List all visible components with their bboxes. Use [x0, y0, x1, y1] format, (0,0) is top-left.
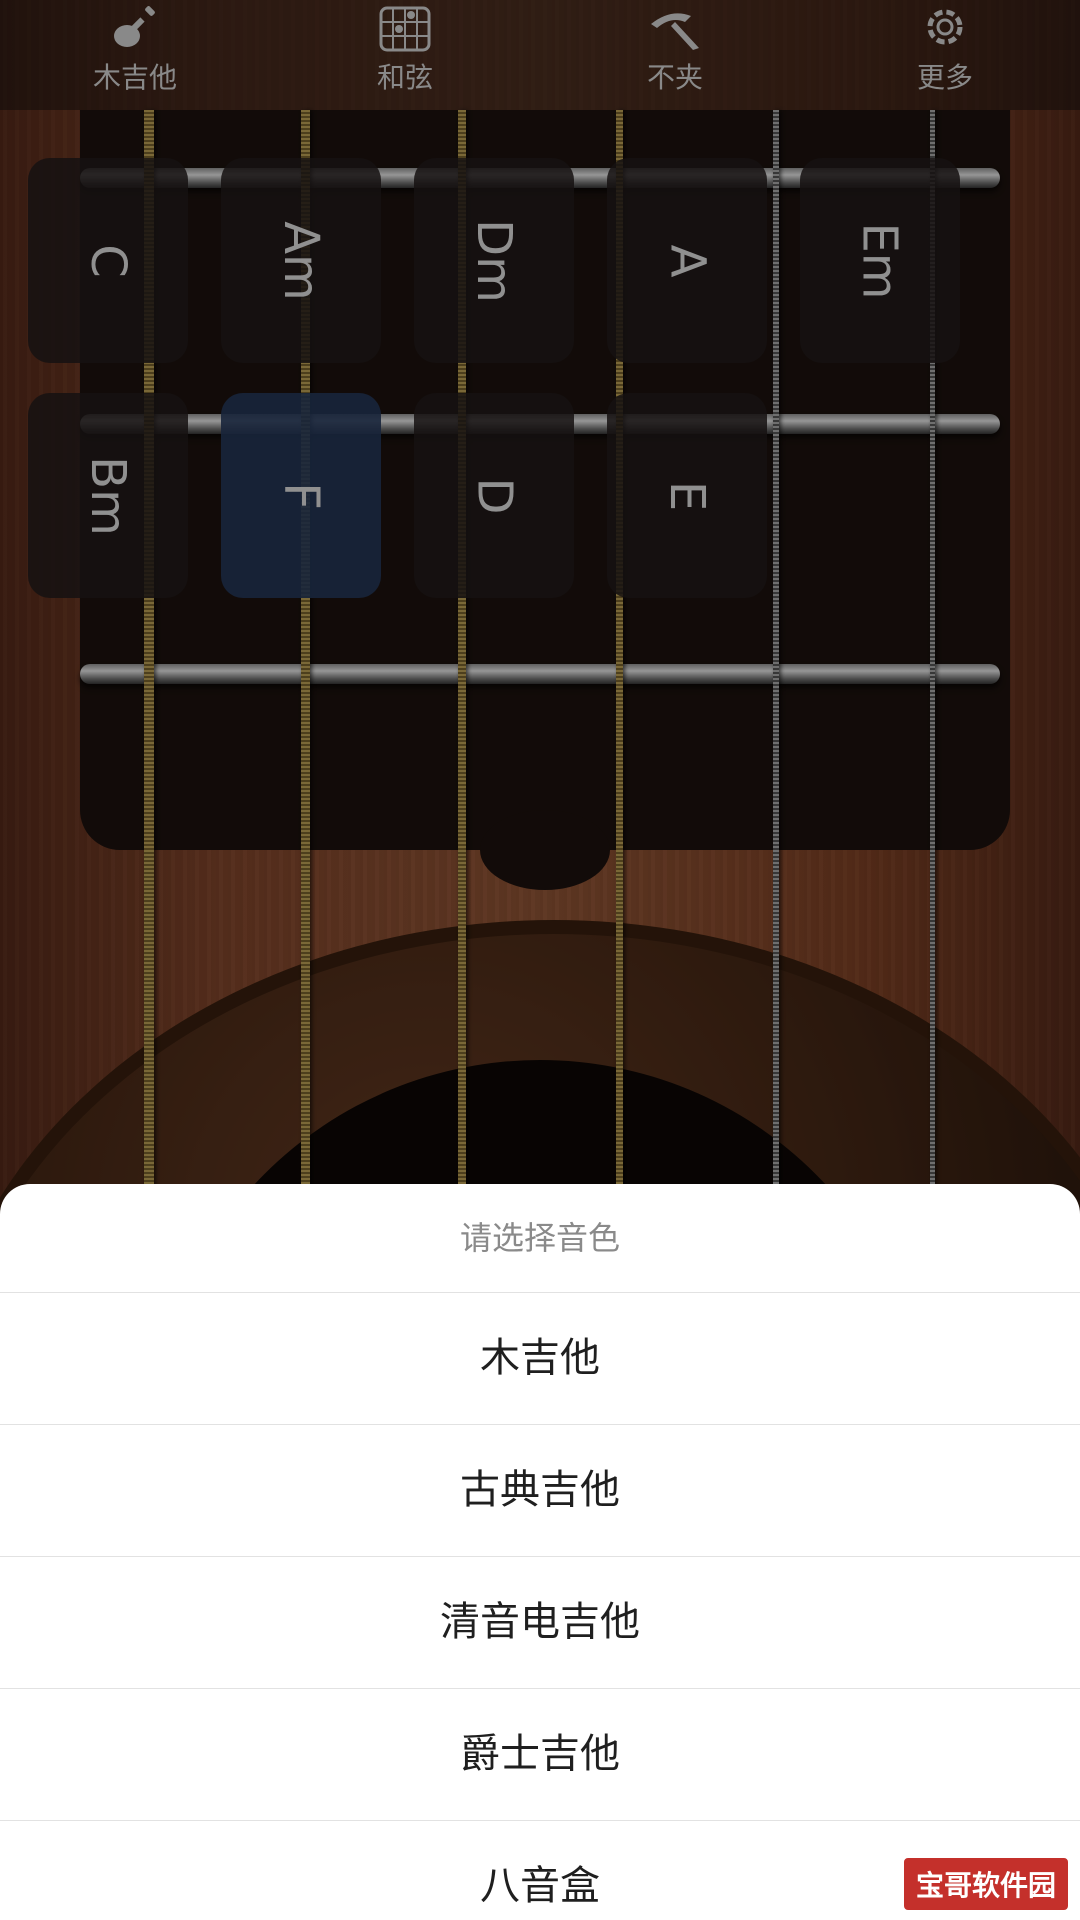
tone-picker-sheet: 请选择音色 木吉他 古典吉他 清音电吉他 爵士吉他 八音盒 [0, 1184, 1080, 1920]
watermark-logo: 宝哥软件园 [901, 1856, 1070, 1912]
tone-option-clean-electric[interactable]: 清音电吉他 [0, 1557, 1080, 1689]
tone-option-jazz[interactable]: 爵士吉他 [0, 1689, 1080, 1821]
tone-option-classical[interactable]: 古典吉他 [0, 1425, 1080, 1557]
sheet-title: 请选择音色 [0, 1184, 1080, 1293]
tone-option-acoustic[interactable]: 木吉他 [0, 1293, 1080, 1425]
